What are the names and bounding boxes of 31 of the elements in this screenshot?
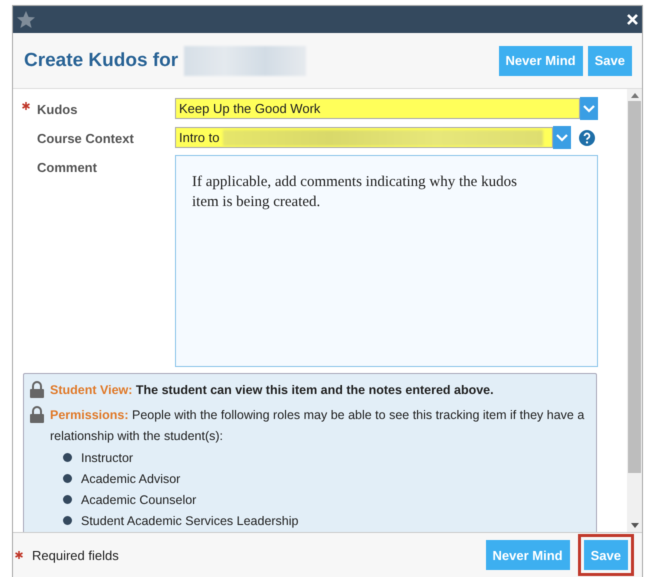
- field-label: Kudos: [37, 102, 78, 117]
- comment-field[interactable]: If applicable, add comments indicating why the kudos item is being created.: [175, 155, 598, 367]
- cancel-button[interactable]: Never Mind: [498, 46, 583, 76]
- bullet-icon: [63, 453, 72, 462]
- field-label: Course Context: [37, 131, 134, 146]
- cancel-button[interactable]: Never Mind: [486, 540, 570, 570]
- dropdown-field[interactable]: Keep Up the Good Work: [175, 98, 580, 119]
- notice-text: Permissions: People with the following roles may be able to see this tracking item if they have a relationship with the student(s):: [50, 407, 586, 445]
- role-item: Instructor: [81, 450, 134, 464]
- required-icon: [15, 551, 23, 559]
- required-note: Required fields: [32, 548, 119, 562]
- field-label: Comment: [37, 160, 97, 175]
- notice-text: Student View: The student can view this item and the notes entered above.: [50, 382, 494, 399]
- lock-icon: [30, 406, 44, 423]
- role-item: Student Academic Services Leadership: [81, 514, 298, 528]
- lock-icon: [30, 381, 44, 398]
- close-icon[interactable]: [627, 14, 638, 25]
- scroll-down-icon[interactable]: [630, 523, 638, 528]
- help-icon[interactable]: [579, 130, 595, 146]
- star-logo-icon: [16, 10, 36, 30]
- dialog-title: Create Kudos for: [24, 50, 178, 72]
- dropdown-field[interactable]: Intro to: [175, 127, 553, 148]
- scrollbar[interactable]: [627, 89, 642, 532]
- save-button[interactable]: Save: [588, 46, 632, 76]
- bullet-icon: [63, 474, 72, 483]
- role-item: Academic Advisor: [81, 472, 180, 486]
- scroll-up-icon[interactable]: [630, 93, 638, 98]
- role-item: Academic Counselor: [81, 492, 196, 506]
- bullet-icon: [63, 516, 72, 525]
- save-button[interactable]: Save: [584, 540, 628, 570]
- bullet-icon: [63, 495, 72, 504]
